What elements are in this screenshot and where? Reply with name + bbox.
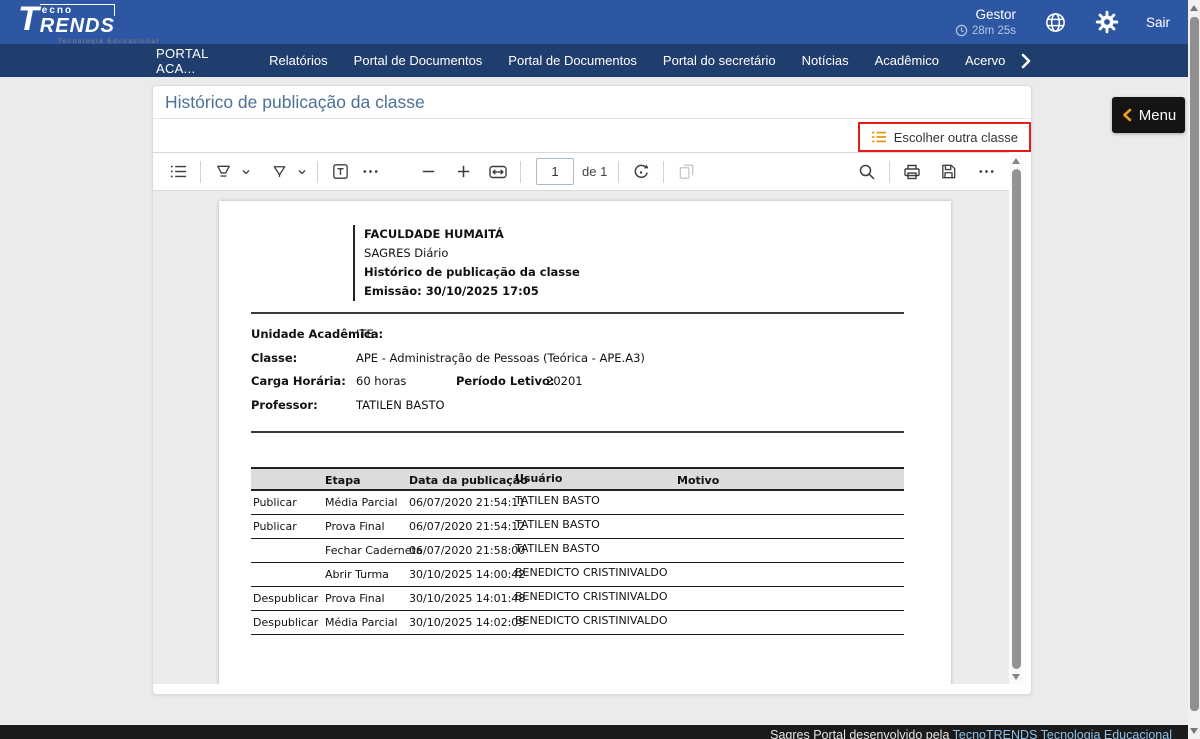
table-row: PublicarProva Final06/07/2020 21:54:12TA… xyxy=(251,515,904,539)
bookmark-list-button[interactable] xyxy=(163,157,193,187)
toolbar-separator xyxy=(520,161,521,183)
page-title: Histórico de publicação da classe xyxy=(165,92,425,112)
page-number-input[interactable] xyxy=(536,158,574,185)
report-header-block: FACULDADE HUMAITÁ SAGRES Diário Históric… xyxy=(353,225,580,301)
toolbar-separator xyxy=(663,161,664,183)
download-save-button[interactable] xyxy=(933,157,963,187)
nav-item-portal-documentos-2[interactable]: Portal de Documentos xyxy=(495,44,650,77)
nav-item-portal-documentos-1[interactable]: Portal de Documentos xyxy=(341,44,496,77)
text-tool-button[interactable] xyxy=(325,157,355,187)
pdf-page: FACULDADE HUMAITÁ SAGRES Diário Históric… xyxy=(219,201,951,684)
app-footer: Sagres Portal desenvolvido pela TecnoTRE… xyxy=(0,725,1188,739)
field-value: 20201 xyxy=(546,374,583,388)
nav-item-noticias[interactable]: Notícias xyxy=(789,44,862,77)
clock-icon xyxy=(955,24,968,37)
nav-item-academico[interactable]: Acadêmico xyxy=(862,44,952,77)
more-tools-button[interactable] xyxy=(355,157,385,187)
main-nav: PORTAL ACA... Relatórios Portal de Docum… xyxy=(0,44,1188,77)
field-label: Classe: xyxy=(251,351,297,365)
window-scrollbar[interactable] xyxy=(1188,0,1200,739)
table-row: DespublicarMédia Parcial30/10/2025 14:02… xyxy=(251,611,904,635)
field-label: Professor: xyxy=(251,398,318,412)
column-header: Usuário xyxy=(515,472,563,485)
nav-item-portal-aca[interactable]: PORTAL ACA... xyxy=(152,44,212,77)
chevron-down-icon[interactable] xyxy=(294,157,310,187)
nav-item-portal-secretario[interactable]: Portal do secretário xyxy=(650,44,789,77)
scroll-up-arrow[interactable] xyxy=(1012,158,1020,164)
tecnotrends-logo[interactable]: T ecno RENDS Tecnologia Educacional xyxy=(18,2,115,36)
zoom-in-button[interactable] xyxy=(448,157,478,187)
scroll-down-arrow[interactable] xyxy=(1190,728,1198,734)
field-label: Período Letivo: xyxy=(456,374,554,388)
table-row: Abrir Turma30/10/2025 14:00:42BENEDICTO … xyxy=(251,563,904,587)
field-value: 60 horas xyxy=(356,374,406,388)
pdf-toolbar: de 1 xyxy=(153,152,1009,191)
list-icon xyxy=(871,129,887,145)
toolbar-separator xyxy=(889,161,890,183)
chevron-down-icon[interactable] xyxy=(238,157,254,187)
settings-gear-icon[interactable] xyxy=(1095,10,1119,34)
footer-link[interactable]: TecnoTRENDS Tecnologia Educacional xyxy=(953,728,1172,739)
choose-other-class-label: Escolher outra classe xyxy=(894,130,1018,145)
field-value: APE - Administração de Pessoas (Teórica … xyxy=(356,351,645,365)
pdf-scrollbar-thumb[interactable] xyxy=(1012,169,1021,669)
publication-history-table: Etapa Data da publicação Usuário Motivo … xyxy=(251,467,904,635)
table-row: PublicarMédia Parcial06/07/2020 21:54:11… xyxy=(251,491,904,515)
page-count-label: de 1 xyxy=(582,164,607,179)
field-label: Carga Horária: xyxy=(251,374,346,388)
report-card: Histórico de publicação da classe Escolh… xyxy=(152,85,1032,695)
pdf-scrollbar[interactable] xyxy=(1010,154,1023,684)
emission-datetime: Emissão: 30/10/2025 17:05 xyxy=(364,282,580,301)
card-title-row: Histórico de publicação da classe xyxy=(153,86,1031,119)
table-header-row: Etapa Data da publicação Usuário Motivo xyxy=(251,467,904,491)
footer-text: Sagres Portal desenvolvido pela xyxy=(770,728,953,739)
shape-tool-button[interactable] xyxy=(264,157,294,187)
fit-width-button[interactable] xyxy=(483,157,513,187)
annotation-highlight: Escolher outra classe xyxy=(858,122,1031,152)
card-actions-row: Escolher outra classe xyxy=(153,119,1031,152)
column-header: Etapa xyxy=(325,474,361,487)
window-scrollbar-thumb[interactable] xyxy=(1190,17,1199,711)
field-value: TATILEN BASTO xyxy=(356,398,445,412)
divider-line xyxy=(251,431,904,433)
logo-rends: RENDS xyxy=(40,16,115,36)
more-options-button[interactable] xyxy=(971,157,1001,187)
user-role-label: Gestor xyxy=(975,7,1016,23)
toolbar-separator xyxy=(317,161,318,183)
menu-toggle-button[interactable]: Menu xyxy=(1112,97,1185,133)
field-value: ITE xyxy=(356,327,374,341)
rotate-button[interactable] xyxy=(626,157,656,187)
session-timer: 28m 25s xyxy=(972,25,1016,37)
print-button[interactable] xyxy=(897,157,927,187)
nav-item-relatorios[interactable]: Relatórios xyxy=(256,44,341,77)
ink-highlight-tool-button[interactable] xyxy=(208,157,238,187)
scroll-down-arrow[interactable] xyxy=(1012,674,1020,680)
logout-button[interactable]: Sair xyxy=(1146,15,1170,30)
institution-name: FACULDADE HUMAITÁ xyxy=(364,225,580,244)
table-row: DespublicarProva Final30/10/2025 14:01:4… xyxy=(251,587,904,611)
toolbar-separator xyxy=(200,161,201,183)
logo-letter-t: T xyxy=(18,2,39,36)
nav-item-acervo[interactable]: Acervo xyxy=(952,44,1018,77)
class-info-fields: Unidade Acadêmica: ITE Classe: APE - Adm… xyxy=(251,323,904,417)
zoom-out-button[interactable] xyxy=(413,157,443,187)
pdf-viewer-area: FACULDADE HUMAITÁ SAGRES Diário Históric… xyxy=(153,191,1009,684)
scroll-up-arrow[interactable] xyxy=(1190,5,1198,11)
user-session-block: Gestor 28m 25s xyxy=(955,7,1016,37)
chevron-left-icon xyxy=(1121,108,1133,122)
search-button[interactable] xyxy=(852,157,882,187)
app-header: T ecno RENDS Tecnologia Educacional Gest… xyxy=(0,0,1188,44)
organize-pages-button xyxy=(671,157,701,187)
divider-line xyxy=(251,312,904,314)
nav-more-chevron-icon[interactable] xyxy=(1018,44,1034,77)
choose-other-class-button[interactable]: Escolher outra classe xyxy=(860,124,1029,150)
table-row: Fechar Caderneta06/07/2020 21:58:00TATIL… xyxy=(251,539,904,563)
language-globe-icon[interactable] xyxy=(1043,10,1068,35)
menu-button-label: Menu xyxy=(1139,107,1177,124)
column-header: Motivo xyxy=(677,474,719,487)
column-header: Data da publicação xyxy=(409,474,528,487)
system-name: SAGRES Diário xyxy=(364,244,580,263)
toolbar-separator xyxy=(618,161,619,183)
report-title: Histórico de publicação da classe xyxy=(364,263,580,282)
